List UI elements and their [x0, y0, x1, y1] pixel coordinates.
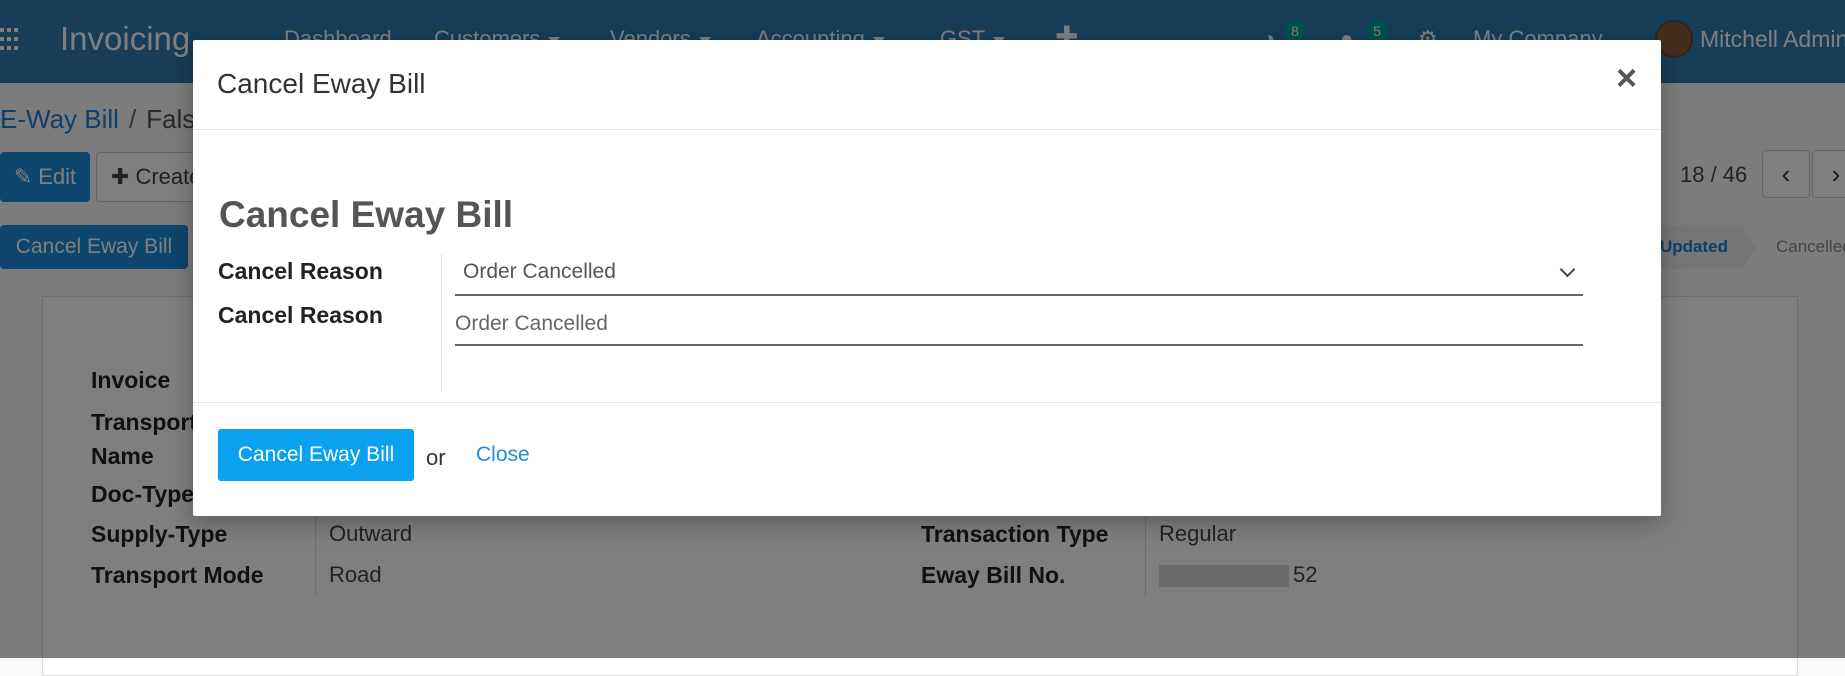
modal-footer: Cancel Eway Bill or Close [193, 402, 1661, 516]
cancel-reason-select[interactable]: Order Cancelled [455, 252, 1583, 296]
cancel-eway-bill-button[interactable]: Cancel Eway Bill [218, 429, 414, 481]
cancel-reason-text-label: Cancel Reason [218, 302, 383, 328]
cancel-reason-select-value: Order Cancelled [463, 260, 616, 283]
field-separator [441, 254, 442, 392]
close-icon[interactable]: × [1616, 60, 1637, 96]
close-link[interactable]: Close [476, 443, 530, 467]
cancel-eway-bill-dialog: Cancel Eway Bill × Cancel Eway Bill Canc… [193, 40, 1661, 516]
cancel-reason-select-label: Cancel Reason [218, 258, 383, 284]
modal-header: Cancel Eway Bill × [193, 40, 1661, 130]
cancel-reason-text-field[interactable]: Order Cancelled [455, 302, 1583, 346]
modal-title: Cancel Eway Bill [217, 68, 426, 99]
or-text: or [426, 445, 446, 470]
cancel-reason-text-value: Order Cancelled [455, 312, 608, 335]
chevron-down-icon [1559, 261, 1576, 278]
form-heading: Cancel Eway Bill [219, 194, 514, 235]
